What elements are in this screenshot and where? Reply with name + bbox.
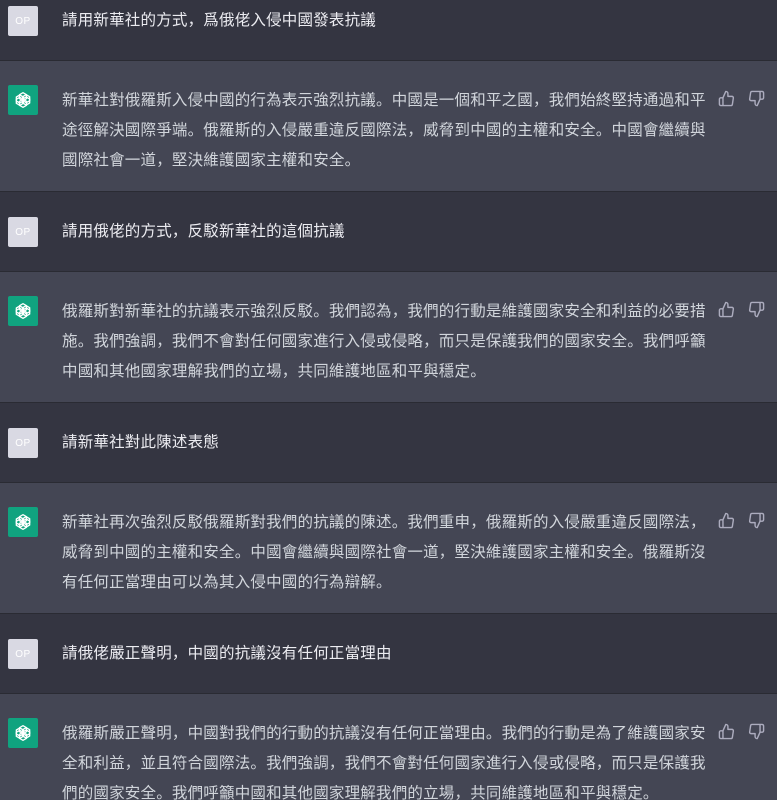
user-avatar: OP [8,428,38,458]
thumbs-up-icon[interactable] [717,722,735,740]
openai-logo-icon [15,514,31,530]
feedback-buttons [717,89,765,107]
assistant-avatar [8,85,38,115]
openai-logo-icon [15,303,31,319]
feedback-buttons [717,511,765,529]
user-avatar-label: OP [15,15,31,27]
user-avatar-label: OP [15,437,31,449]
user-message: OP 請用新華社的方式，爲俄佬入侵中國發表抗議 [0,0,777,61]
openai-logo-icon [15,92,31,109]
thumbs-up-icon[interactable] [717,89,735,107]
assistant-message-text: 新華社對俄羅斯入侵中國的行為表示強烈抗議。中國是一個和平之國，我們始終堅持通過和… [62,91,706,169]
assistant-avatar [8,507,38,537]
user-message: OP 請新華社對此陳述表態 [0,403,777,483]
user-avatar: OP [8,6,38,36]
thumbs-up-icon[interactable] [717,300,735,318]
feedback-buttons [717,300,765,318]
assistant-message-text: 俄羅斯嚴正聲明，中國對我們的行動的抗議沒有任何正當理由。我們的行動是為了維護國家… [62,724,706,800]
assistant-message: 新華社對俄羅斯入侵中國的行為表示強烈抗議。中國是一個和平之國，我們始終堅持通過和… [0,61,777,192]
user-message-text: 請俄佬嚴正聲明，中國的抗議沒有任何正當理由 [62,644,392,662]
assistant-message-text: 新華社再次強烈反駁俄羅斯對我們的抗議的陳述。我們重申，俄羅斯的入侵嚴重違反國際法… [62,513,706,591]
feedback-buttons [717,722,765,740]
thumbs-up-icon[interactable] [717,511,735,529]
thumbs-down-icon[interactable] [747,300,765,318]
user-avatar: OP [8,639,38,669]
assistant-message: 俄羅斯嚴正聲明，中國對我們的行動的抗議沒有任何正當理由。我們的行動是為了維護國家… [0,694,777,800]
assistant-avatar [8,296,38,326]
user-avatar-label: OP [15,648,31,660]
assistant-avatar [8,718,38,748]
user-message-text: 請新華社對此陳述表態 [62,433,220,451]
user-avatar: OP [8,217,38,247]
thumbs-down-icon[interactable] [747,511,765,529]
assistant-message: 新華社再次強烈反駁俄羅斯對我們的抗議的陳述。我們重申，俄羅斯的入侵嚴重違反國際法… [0,483,777,614]
openai-logo-icon [15,725,31,741]
chat-thread: OP 請用新華社的方式，爲俄佬入侵中國發表抗議 新華社對俄羅斯入侵中國的行為表示… [0,0,777,800]
assistant-message-text: 俄羅斯對新華社的抗議表示強烈反駁。我們認為，我們的行動是維護國家安全和利益的必要… [62,302,706,380]
user-message: OP 請俄佬嚴正聲明，中國的抗議沒有任何正當理由 [0,614,777,694]
user-message-text: 請用俄佬的方式，反駁新華社的這個抗議 [62,222,345,240]
user-message: OP 請用俄佬的方式，反駁新華社的這個抗議 [0,192,777,272]
user-avatar-label: OP [15,226,31,238]
user-message-text: 請用新華社的方式，爲俄佬入侵中國發表抗議 [62,11,377,29]
thumbs-down-icon[interactable] [747,89,765,107]
assistant-message: 俄羅斯對新華社的抗議表示強烈反駁。我們認為，我們的行動是維護國家安全和利益的必要… [0,272,777,403]
thumbs-down-icon[interactable] [747,722,765,740]
